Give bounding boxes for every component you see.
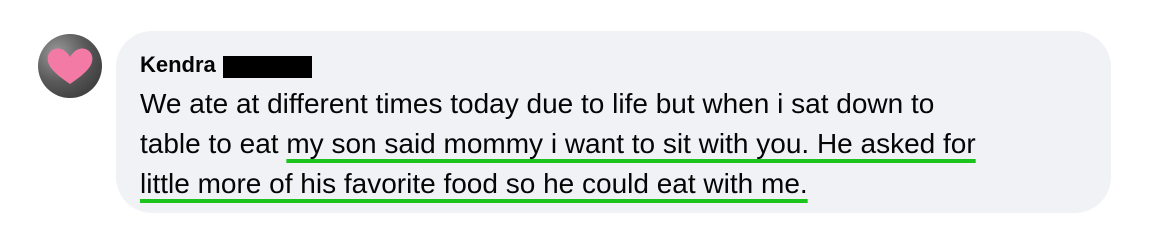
- author-name[interactable]: Kendra: [140, 50, 216, 80]
- comment-line-2: table to eat my son said mommy i want to…: [140, 124, 1090, 164]
- comment-text: We ate at different times today due to l…: [140, 84, 1090, 204]
- comment-line-1: We ate at different times today due to l…: [140, 88, 935, 119]
- comment-header: Kendra: [140, 50, 312, 80]
- highlighted-text: my son said mommy i want to sit with you…: [286, 128, 976, 159]
- comment-line-3-highlighted: little more of his favorite food so he c…: [140, 168, 808, 199]
- redacted-surname: [222, 56, 312, 78]
- avatar[interactable]: [38, 34, 102, 98]
- heart-icon: [47, 48, 93, 84]
- comment-line-2-plain: table to eat: [140, 128, 287, 159]
